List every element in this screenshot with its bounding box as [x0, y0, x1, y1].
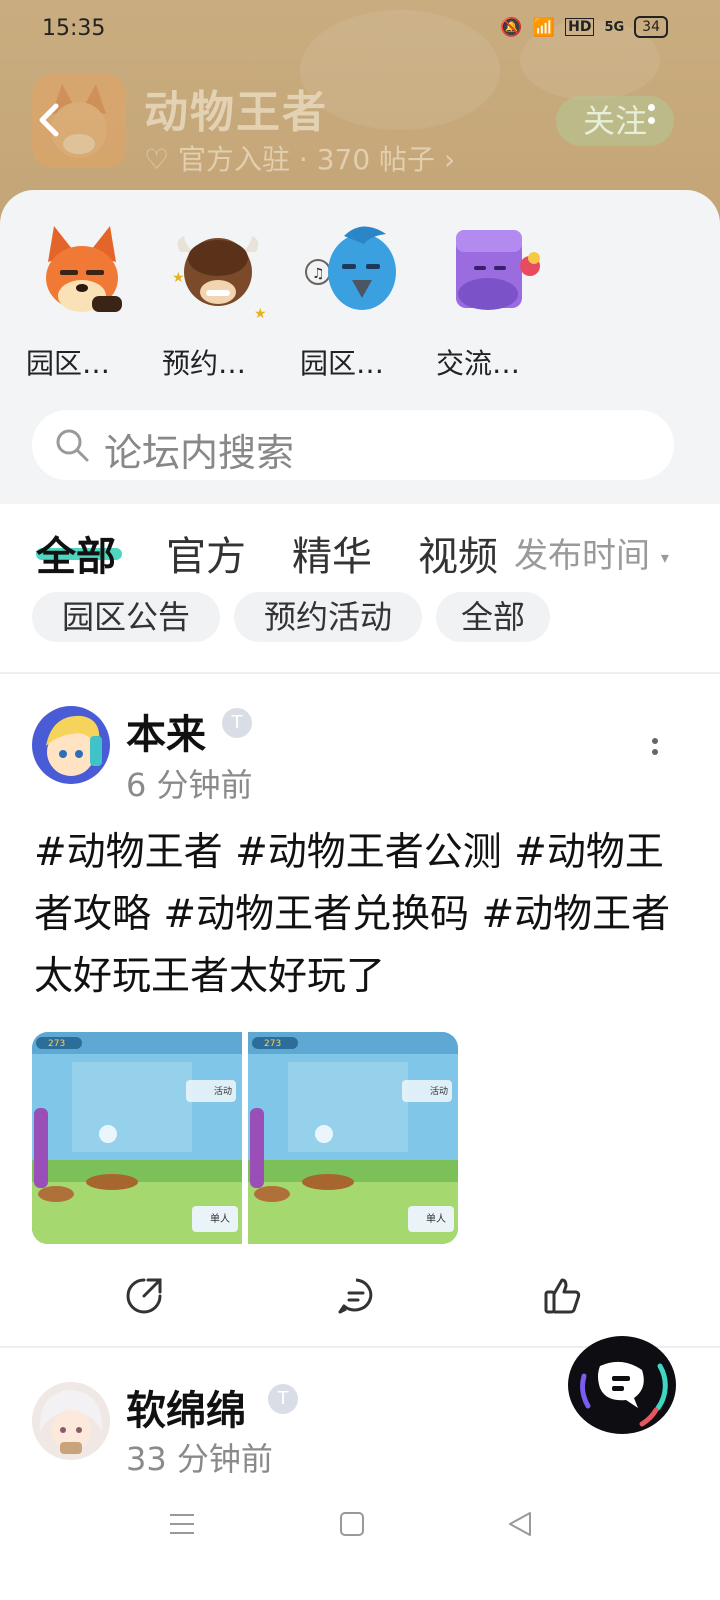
status-icons: 🔕 📶 HD 5G 34: [500, 16, 668, 38]
forum-meta-text: 官方入驻 · 370 帖子: [178, 143, 436, 176]
follow-button[interactable]: 关注: [556, 96, 674, 146]
category-label: 预约…: [162, 347, 247, 380]
category-label: 园区…: [300, 347, 385, 380]
thumb-coins: 273: [48, 1039, 65, 1049]
search-icon: [54, 427, 90, 463]
tab-video[interactable]: 视频: [418, 524, 498, 582]
caret-down-icon: ▾: [660, 548, 669, 567]
status-time: 15:35: [42, 16, 106, 41]
post-image[interactable]: 273 活动 单人: [248, 1032, 458, 1244]
level-badge-icon: T: [268, 1384, 298, 1414]
search-input[interactable]: 论坛内搜索: [32, 410, 674, 480]
thumb-single: 单人: [426, 1213, 446, 1225]
chat-fab-button[interactable]: [568, 1336, 676, 1434]
thumb-coins: 273: [264, 1039, 281, 1049]
forum-meta[interactable]: ♡ 官方入驻 · 370 帖子 ›: [144, 138, 455, 178]
back-nav-icon[interactable]: [506, 1510, 534, 1542]
category-label: 园区…: [26, 347, 111, 380]
avatar[interactable]: [32, 1382, 110, 1460]
chip-all[interactable]: 全部: [436, 592, 550, 642]
svg-text:★: ★: [172, 270, 185, 286]
chip-park-notice[interactable]: 园区公告: [32, 592, 220, 642]
search-placeholder: 论坛内搜索: [104, 431, 295, 475]
tab-official[interactable]: 官方: [166, 524, 246, 582]
level-badge-icon: T: [222, 708, 252, 738]
purple-hippo-icon: [440, 222, 544, 326]
avatar[interactable]: [32, 706, 110, 784]
post-image[interactable]: 273 活动 单人: [32, 1032, 242, 1244]
home-icon[interactable]: [338, 1510, 366, 1542]
category-item-4[interactable]: 交流…: [432, 222, 552, 382]
hd-icon: HD: [565, 18, 595, 36]
sort-label: 发布时间: [514, 536, 650, 576]
comment-icon[interactable]: [336, 1276, 376, 1316]
post-time: 33 分钟前: [126, 1440, 273, 1478]
mute-icon: 🔕: [500, 16, 523, 38]
tab-featured[interactable]: 精华: [292, 524, 372, 582]
category-label: 交流…: [436, 347, 521, 380]
category-item-3[interactable]: ♫ 园区…: [296, 222, 416, 382]
battery-indicator: 34: [634, 16, 668, 38]
menu-icon[interactable]: [168, 1510, 196, 1542]
heart-icon: ♡: [144, 143, 170, 176]
like-icon[interactable]: [542, 1276, 582, 1316]
divider: [0, 672, 720, 674]
tab-all[interactable]: 全部: [36, 524, 116, 582]
bison-icon: ★ ★: [166, 222, 270, 326]
signal-icon: 5G: [604, 19, 625, 35]
sort-dropdown[interactable]: 发布时间 ▾: [514, 528, 669, 577]
thumb-single: 单人: [210, 1213, 230, 1225]
post-more-icon[interactable]: [652, 738, 660, 762]
category-item-2[interactable]: ★ ★ 预约…: [158, 222, 278, 382]
more-options-icon[interactable]: [648, 104, 656, 132]
post-time: 6 分钟前: [126, 766, 253, 804]
blue-bird-icon: ♫: [304, 222, 408, 326]
svg-text:★: ★: [254, 306, 267, 322]
chevron-right-icon: ›: [443, 143, 456, 176]
svg-text:♫: ♫: [312, 266, 325, 282]
chip-reservation[interactable]: 预约活动: [234, 592, 422, 642]
thumb-activity: 活动: [214, 1085, 232, 1097]
fox-icon: [30, 222, 134, 326]
share-icon[interactable]: [124, 1276, 164, 1316]
back-button[interactable]: [32, 100, 68, 140]
username[interactable]: 本来: [126, 702, 206, 760]
wifi-icon: 📶: [532, 16, 556, 38]
post-content[interactable]: #动物王者 #动物王者公测 #动物王者攻略 #动物王者兑换码 #动物王者太好玩王…: [34, 822, 684, 1008]
category-item-1[interactable]: 园区…: [22, 222, 142, 382]
forum-title: 动物王者: [144, 87, 328, 138]
username[interactable]: 软绵绵: [126, 1378, 246, 1436]
thumb-activity: 活动: [430, 1085, 448, 1097]
